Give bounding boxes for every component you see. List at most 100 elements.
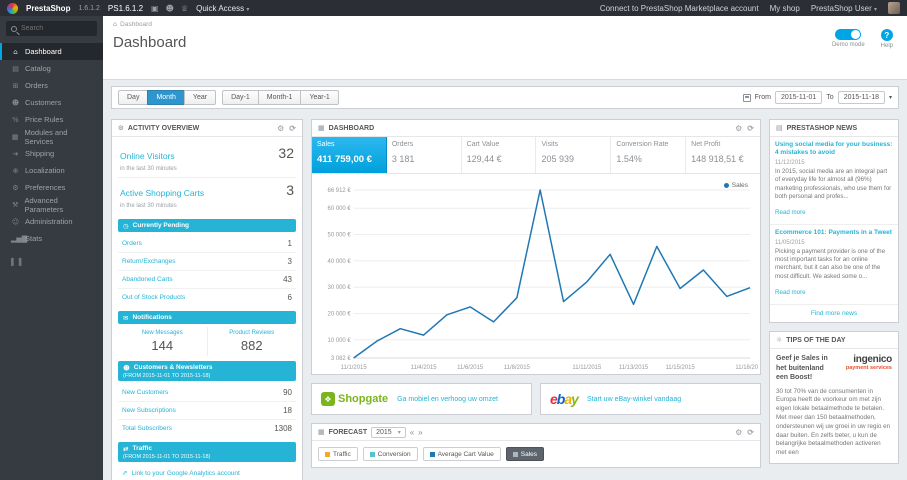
kpi-visits[interactable]: Visits 205 939 <box>536 137 612 173</box>
gear-icon[interactable]: ⚙ <box>735 428 742 437</box>
modules-and-services-icon: ▦ <box>11 132 19 141</box>
pending-section-header: ◷ Currently Pending <box>118 219 296 232</box>
sidebar-item-administration[interactable]: ☺ Administration <box>0 213 103 230</box>
sidebar-item-preferences[interactable]: ⚙ Preferences <box>0 179 103 196</box>
customers-row-total-subscribers[interactable]: Total Subscribers 1308 <box>118 420 296 437</box>
sidebar-item-modules-and-services[interactable]: ▦ Modules and Services <box>0 128 103 146</box>
page-title: Dashboard <box>113 34 187 51</box>
person-icon[interactable]: ☻ <box>166 4 174 13</box>
sidebar-item-shipping[interactable]: ➔ Shipping <box>0 145 103 162</box>
row-label: Abandoned Carts <box>122 276 173 283</box>
filter-day-1-button[interactable]: Day-1 <box>222 90 259 105</box>
gear-icon[interactable]: ⚙ <box>277 124 284 133</box>
notification-product-reviews[interactable]: Product Reviews 882 <box>206 327 297 356</box>
sidebar-item-catalog[interactable]: ▤ Catalog <box>0 60 103 77</box>
sidebar-item-label: Dashboard <box>25 47 62 56</box>
refresh-icon[interactable]: ⟳ <box>289 124 296 133</box>
news-article-title[interactable]: Using social media for your business: 4 … <box>775 141 893 158</box>
pending-row-return-exchanges[interactable]: Return/Exchanges 3 <box>118 253 296 271</box>
tips-heading: Geef je Sales in het buitenland een Boos… <box>776 355 828 382</box>
active-carts-row: Active Shopping Carts in the last 30 min… <box>118 178 296 214</box>
help-icon[interactable]: ? <box>880 29 893 41</box>
forecast-legend-traffic[interactable]: Traffic <box>318 447 358 461</box>
customers-list: New Customers 90 New Subscriptions 18 Total … <box>118 384 296 437</box>
sidebar-item-customers[interactable]: ☻ Customers <box>0 94 103 111</box>
filter-month-1-button[interactable]: Month-1 <box>257 90 302 105</box>
kpi-label: Net Profit <box>691 141 721 148</box>
refresh-icon[interactable]: ⟳ <box>747 124 754 133</box>
cart-icon[interactable]: ▣ <box>151 4 159 13</box>
forecast-legend-conversion[interactable]: Conversion <box>362 447 418 461</box>
forecast-year-select[interactable]: 2015 ▾ <box>371 426 406 438</box>
sidebar-item-stats[interactable]: ▂▅▇ Stats <box>0 230 103 247</box>
sidebar-item-advanced-parameters[interactable]: ⚒ Advanced Parameters <box>0 196 103 214</box>
trophy-icon[interactable]: ♕ <box>181 4 188 13</box>
kpi-sales[interactable]: Sales 411 759,00 € <box>312 137 387 173</box>
prestashop-logo: PrestaShop <box>26 3 71 13</box>
next-page-icon[interactable]: » <box>418 428 422 437</box>
marketplace-link[interactable]: Connect to PrestaShop Marketplace accoun… <box>600 4 759 13</box>
search-input[interactable] <box>21 25 92 32</box>
user-avatar[interactable] <box>888 2 900 14</box>
kpi-value: 411 759,00 € <box>317 154 372 165</box>
forecast-legend-average-cart-value[interactable]: Average Cart Value <box>422 447 501 461</box>
filter-month-button[interactable]: Month <box>147 90 185 105</box>
google-analytics-link[interactable]: ⇗ Link to your Google Analytics account <box>118 465 296 479</box>
shopgate-link[interactable]: Ga mobiel en verhoog uw omzet <box>397 396 498 403</box>
tips-panel: ☼ TIPS OF THE DAY Geef je Sales in het b… <box>769 331 899 464</box>
svg-text:11/13/2015: 11/13/2015 <box>619 365 649 371</box>
customers-row-new-subscriptions[interactable]: New Subscriptions 18 <box>118 402 296 420</box>
gear-icon[interactable]: ⚙ <box>735 124 742 133</box>
date-to-box[interactable]: 2015-11-18 <box>837 91 885 104</box>
caret-down-icon: ▾ <box>397 429 401 436</box>
pending-list: Orders 1 Return/Exchanges 3 Abandoned Carts 4… <box>118 235 296 306</box>
row-label: Out of Stock Products <box>122 294 186 301</box>
filter-day-button[interactable]: Day <box>118 90 149 105</box>
customers-row-new-customers[interactable]: New Customers 90 <box>118 384 296 402</box>
filter-button-groups: Day Month Year Day-1 Month-1 Year-1 <box>118 90 339 105</box>
online-visitors-link[interactable]: Online Visitors <box>120 151 175 161</box>
price-rules-icon: % <box>12 115 19 124</box>
kpi-net-profit[interactable]: Net Profit 148 918,51 € <box>686 137 760 173</box>
ebay-promo: ebay Start uw eBay-winkel vandaag <box>540 383 761 415</box>
demo-mode-toggle[interactable] <box>835 29 862 40</box>
to-label: To <box>826 94 834 101</box>
active-carts-sub: in the last 30 minutes <box>120 203 177 209</box>
sidebar-item-localization[interactable]: ⊕ Localization <box>0 162 103 179</box>
prestashop-logo-icon <box>7 2 18 14</box>
kpi-strip: Sales 411 759,00 € Orders 3 181 Cart Value 12… <box>312 137 760 174</box>
notification-new-messages[interactable]: New Messages 144 <box>118 327 207 356</box>
read-more-link[interactable]: Read more <box>775 209 806 216</box>
collapse-menu-button[interactable]: ❚❚ <box>0 257 103 266</box>
kpi-orders[interactable]: Orders 3 181 <box>387 137 462 173</box>
quick-access-menu[interactable]: Quick Access ▾ <box>196 4 249 13</box>
pending-row-orders[interactable]: Orders 1 <box>118 235 296 253</box>
filter-year-1-button[interactable]: Year-1 <box>300 90 339 105</box>
dashboard-panel-header: ▦ DASHBOARD ⚙ ⟳ <box>312 120 760 137</box>
forecast-legend-sales[interactable]: Sales <box>505 447 544 461</box>
date-range-picker[interactable]: From 2015-11-01 To 2015-11-18 ▾ <box>742 91 892 104</box>
read-more-link[interactable]: Read more <box>775 289 806 296</box>
pending-row-abandoned-carts[interactable]: Abandoned Carts 43 <box>118 271 296 289</box>
refresh-icon[interactable]: ⟳ <box>747 428 754 437</box>
date-filter-bar: Day Month Year Day-1 Month-1 Year-1 From 2015… <box>111 86 899 109</box>
kpi-cart-value[interactable]: Cart Value 129,44 € <box>462 137 537 173</box>
sidebar-item-dashboard[interactable]: ⌂ Dashboard <box>0 43 103 60</box>
active-carts-link[interactable]: Active Shopping Carts <box>120 188 204 198</box>
kpi-conversion-rate[interactable]: Conversion Rate 1.54% <box>611 137 687 173</box>
sidebar-item-price-rules[interactable]: % Price Rules <box>0 111 103 128</box>
ingenico-logo: ingenico payment services <box>845 354 892 372</box>
dashboard-panel-tools: ⚙ ⟳ <box>735 124 754 133</box>
news-article-title[interactable]: Ecommerce 101: Payments in a Tweet <box>775 229 893 237</box>
find-more-news-link[interactable]: Find more news <box>770 305 898 322</box>
prev-page-icon[interactable]: « <box>410 428 414 437</box>
filter-year-button[interactable]: Year <box>183 90 217 105</box>
pending-row-out-of-stock-products[interactable]: Out of Stock Products 6 <box>118 289 296 306</box>
user-menu[interactable]: PrestaShop User ▾ <box>811 4 877 13</box>
sidebar-item-orders[interactable]: ⊞ Orders <box>0 77 103 94</box>
my-shop-link[interactable]: My shop <box>770 4 800 13</box>
date-from-box[interactable]: 2015-11-01 <box>774 91 823 104</box>
stats-icon: ▂▅▇ <box>11 234 28 243</box>
ebay-link[interactable]: Start uw eBay-winkel vandaag <box>587 396 681 403</box>
chart-legend[interactable]: Sales <box>723 182 748 189</box>
